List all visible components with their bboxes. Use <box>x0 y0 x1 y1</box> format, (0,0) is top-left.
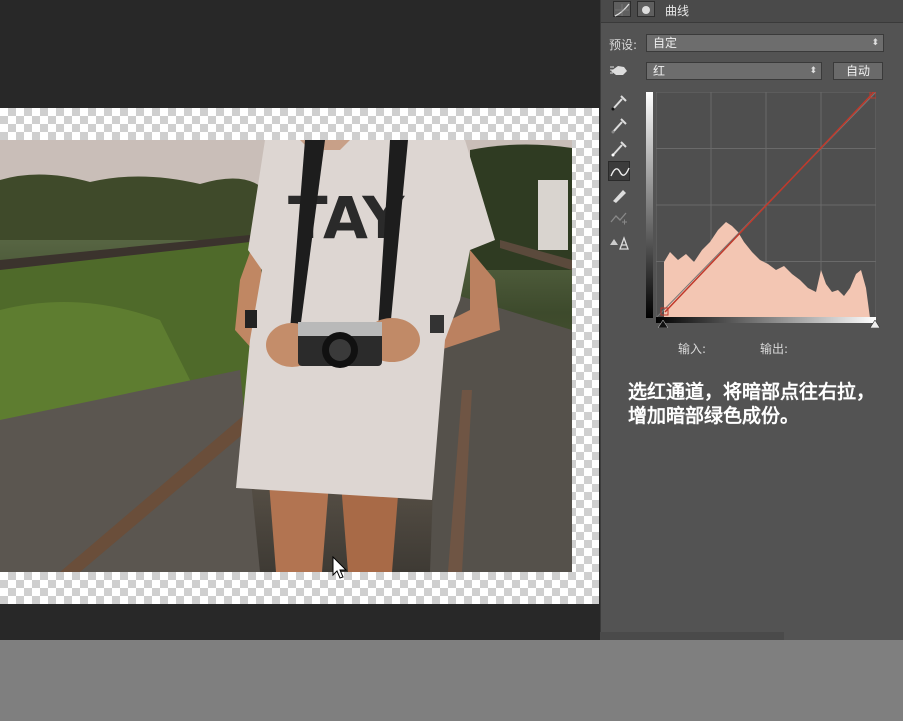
output-gradient-bar <box>646 92 653 318</box>
curves-graph[interactable] <box>656 92 876 318</box>
black-slider-icon[interactable] <box>658 320 668 328</box>
channel-dropdown[interactable]: 红 ⬍ <box>646 62 822 80</box>
output-label: 输出: <box>760 342 789 356</box>
eyedropper-gray-icon[interactable] <box>608 115 630 135</box>
annotation-text: 选红通道，将暗部点往右拉，增加暗部绿色成份。 <box>628 381 876 427</box>
preset-value: 自定 <box>653 36 678 50</box>
panel-title: 曲线 <box>665 4 690 18</box>
preset-dropdown[interactable]: 自定 ⬍ <box>646 34 884 52</box>
eyedropper-white-icon[interactable] <box>608 138 630 158</box>
chevron-updown-icon: ⬍ <box>809 66 817 76</box>
panel-header: 曲线 <box>601 0 903 23</box>
panel-footer <box>600 632 784 640</box>
auto-button[interactable]: 自动 <box>833 62 883 80</box>
curves-icon[interactable] <box>613 1 631 17</box>
chevron-updown-icon: ⬍ <box>871 38 879 48</box>
hand-adjust-icon[interactable] <box>608 61 630 81</box>
preset-label: 预设: <box>609 38 638 52</box>
eyedropper-black-icon[interactable] <box>608 92 630 112</box>
document-canvas[interactable]: TAY <box>0 108 599 604</box>
bottom-area <box>0 640 903 721</box>
smooth-icon[interactable] <box>608 208 630 228</box>
channel-value: 红 <box>653 64 666 78</box>
clipping-warning-icon[interactable] <box>608 233 630 253</box>
mouse-cursor-icon <box>332 556 348 579</box>
white-slider-icon[interactable] <box>870 320 880 328</box>
mask-icon[interactable] <box>637 1 655 17</box>
photo-image: TAY <box>0 140 572 572</box>
input-gradient-bar <box>656 317 876 323</box>
input-label: 输入: <box>678 342 707 356</box>
pencil-icon[interactable] <box>608 185 630 205</box>
curve-tool-icon[interactable] <box>608 161 630 181</box>
